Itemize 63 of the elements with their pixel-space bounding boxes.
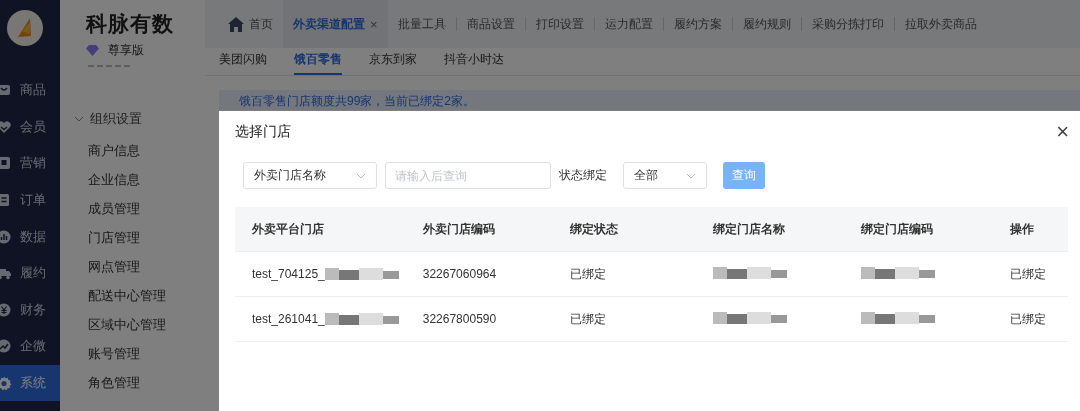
chevron-icon	[356, 172, 366, 179]
close-button[interactable]: ×	[1056, 121, 1069, 143]
page-tab[interactable]: 履约方案	[663, 0, 732, 48]
page-tab[interactable]: 外卖渠道配置 ×	[283, 0, 388, 48]
nav-item[interactable]: 会员	[0, 108, 60, 146]
page-tab[interactable]: 履约规则	[732, 0, 801, 48]
nav-item[interactable]: 订单	[0, 181, 60, 219]
diamond-icon	[86, 45, 99, 56]
menu-item[interactable]: 角色管理	[88, 368, 140, 397]
table-cell: 已绑定	[570, 265, 607, 283]
close-icon[interactable]: ×	[370, 16, 378, 32]
field-select[interactable]: 外卖门店名称	[243, 162, 377, 189]
page-tab[interactable]: 运力配置	[594, 0, 663, 48]
nav-item[interactable]: 数据	[0, 218, 60, 255]
table-cell: 32267060964	[422, 267, 497, 281]
nav-item[interactable]: 商品	[0, 72, 60, 109]
table-cell: test_261041_	[252, 312, 325, 326]
menu-item[interactable]: 区域中心管理	[88, 310, 166, 339]
menu-item[interactable]: 企业信息	[88, 165, 140, 194]
logo-icon	[7, 10, 43, 46]
status-label: 状态绑定	[559, 167, 607, 184]
nav-item[interactable]: 履约	[0, 254, 60, 292]
column-header: 绑定门店编码	[844, 207, 993, 252]
table-cell: 已绑定	[570, 310, 607, 328]
nav-item-icon	[0, 375, 12, 392]
chevron-icon	[686, 172, 696, 179]
channel-tab[interactable]: 美团闪购	[219, 48, 267, 75]
menu-item[interactable]: 门店管理	[88, 223, 140, 252]
page-tab[interactable]: 首页	[218, 0, 283, 48]
page-tab[interactable]: 采购分拣打印	[801, 0, 894, 48]
table-cell: 已绑定	[1009, 265, 1046, 283]
query-button[interactable]: 查询	[723, 162, 765, 189]
menu-item[interactable]: 成员管理	[88, 194, 140, 223]
brand-title: 科脉有数	[86, 11, 174, 37]
notice-bar: 饿百零售门店额度共99家，当前已绑定2家。	[219, 90, 1080, 110]
column-header: 绑定门店名称	[696, 207, 845, 252]
column-header: 操作	[992, 207, 1068, 252]
table-cell: 32267800590	[422, 312, 497, 326]
dialog-title: 选择门店	[235, 123, 291, 141]
page-tab[interactable]: 商品设置	[456, 0, 525, 48]
menu-item[interactable]: 配送中心管理	[88, 281, 166, 310]
status-select[interactable]: 全部	[623, 162, 707, 189]
chevron-icon	[74, 114, 84, 124]
nav-item[interactable]: 营销	[0, 145, 60, 182]
menu-item[interactable]: 账号管理	[88, 339, 140, 368]
table-cell: 已绑定	[1009, 310, 1046, 328]
page-tab[interactable]: 打印设置	[525, 0, 594, 48]
home-icon	[228, 16, 244, 32]
menu-item[interactable]: 商户信息	[88, 136, 140, 165]
edition-label: 尊享版	[108, 42, 144, 59]
page-tab[interactable]: 批量工具	[387, 0, 456, 48]
page-tab[interactable]: 拉取外卖商品	[894, 0, 987, 48]
nav-item[interactable]: 企微	[0, 328, 60, 365]
channel-tab[interactable]: 京东到家	[369, 48, 417, 75]
column-header: 绑定状态	[553, 207, 697, 252]
table-cell: test_704125_	[252, 267, 325, 281]
menu-item[interactable]: 网点管理	[88, 252, 140, 281]
nav-item[interactable]: 财务	[0, 291, 60, 329]
column-header: 外卖门店编码	[405, 207, 554, 252]
nav-item[interactable]: 系统	[0, 364, 60, 402]
menu-group[interactable]: 组织设置	[74, 110, 142, 128]
column-header: 外卖平台门店	[235, 207, 406, 252]
channel-tab[interactable]: 抖音小时达	[444, 48, 504, 75]
